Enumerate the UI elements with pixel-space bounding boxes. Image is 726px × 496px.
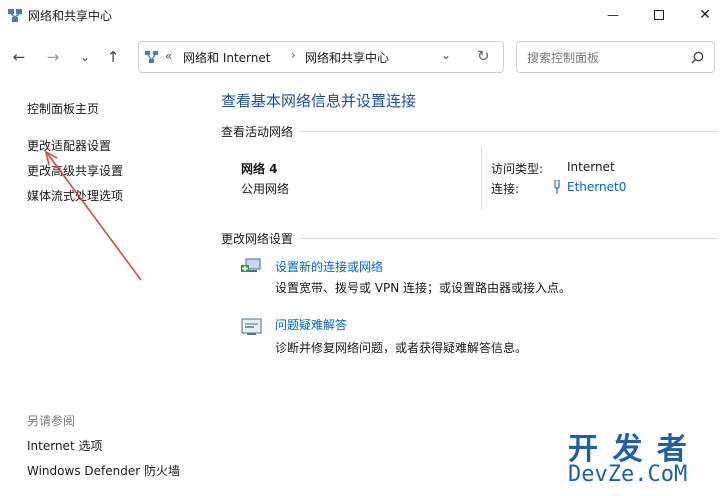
watermark-domain: DevZe.CoM (568, 462, 688, 487)
troubleshoot-link[interactable]: 问题疑难解答 (275, 316, 347, 333)
annotation-arrow-icon (44, 150, 142, 281)
troubleshoot-description: 诊断并修复网络问题，或者获得疑难解答信息。 (275, 341, 528, 355)
new-connection-icon (241, 258, 261, 272)
network-name: 网络 4 (241, 162, 278, 176)
vertical-divider (481, 146, 482, 210)
ethernet-connection-link[interactable]: Ethernet0 (567, 180, 626, 194)
setup-new-connection-description: 设置宽带、拨号或 VPN 连接；或设置路由器或接入点。 (275, 281, 572, 295)
setup-new-connection-link[interactable]: 设置新的连接或网络 (275, 258, 383, 275)
access-type-label: 访问类型: (491, 162, 544, 176)
connections-label: 连接: (491, 182, 520, 196)
troubleshoot-icon (241, 318, 262, 335)
page-heading: 查看基本网络信息并设置连接 (221, 92, 417, 110)
change-settings-title: 更改网络设置 (221, 232, 294, 246)
active-networks-title: 查看活动网络 (221, 125, 294, 139)
network-type-link[interactable]: 公用网络 (241, 180, 289, 197)
section-divider (300, 131, 718, 132)
ethernet-icon (554, 180, 560, 194)
access-type-value: Internet (567, 160, 615, 174)
section-divider (300, 238, 718, 239)
